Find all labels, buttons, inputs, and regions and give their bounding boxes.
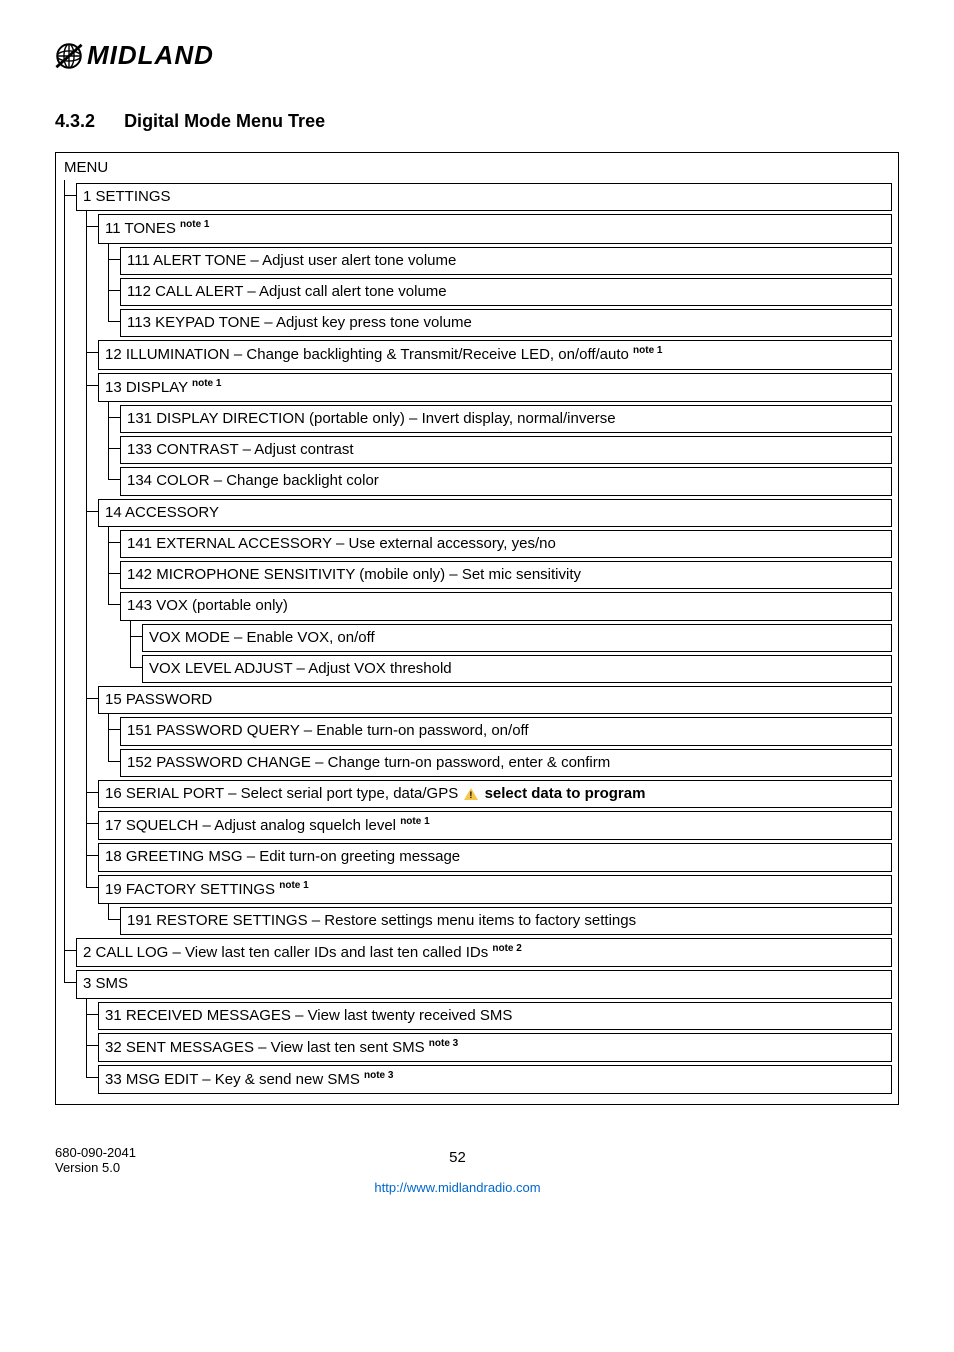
section-title: Digital Mode Menu Tree [124,111,325,131]
page-number: 52 [136,1149,779,1166]
node-msg-edit: 33 MSG EDIT – Key & send new SMS note 3 [98,1065,892,1094]
globe-icon [55,42,83,70]
node-sent-msgs: 32 SENT MESSAGES – View last ten sent SM… [98,1033,892,1062]
node-display: 13 DISPLAY note 1 [98,373,892,402]
node-mic-sensitivity: 142 MICROPHONE SENSITIVITY (mobile only)… [120,561,892,589]
footer-left: 680-090-2041 Version 5.0 [55,1145,136,1195]
page-footer: 680-090-2041 Version 5.0 52 http://www.m… [55,1145,899,1195]
node-call-log: 2 CALL LOG – View last ten caller IDs an… [76,938,892,967]
node-vox-mode: VOX MODE – Enable VOX, on/off [142,624,892,652]
node-settings: 1 SETTINGS [76,183,892,211]
section-number: 4.3.2 [55,111,95,132]
node-factory-settings: 19 FACTORY SETTINGS note 1 [98,875,892,904]
node-ext-accessory: 141 EXTERNAL ACCESSORY – Use external ac… [120,530,892,558]
menu-tree: 1 SETTINGS 11 TONES note 1 111 ALERT TON… [62,180,892,1094]
footer-url: http://www.midlandradio.com [136,1180,779,1195]
menu-outline-box: MENU 1 SETTINGS 11 TONES note 1 111 ALER… [55,152,899,1105]
menu-root-label: MENU [62,157,892,180]
node-vox-level: VOX LEVEL ADJUST – Adjust VOX threshold [142,655,892,683]
node-display-direction: 131 DISPLAY DIRECTION (portable only) – … [120,405,892,433]
footer-center: 52 http://www.midlandradio.com [136,1145,779,1195]
node-color: 134 COLOR – Change backlight color [120,467,892,495]
brand-text: MIDLAND [87,40,214,71]
node-vox: 143 VOX (portable only) [120,592,892,620]
node-squelch: 17 SQUELCH – Adjust analog squelch level… [98,811,892,840]
node-password-query: 151 PASSWORD QUERY – Enable turn-on pass… [120,717,892,745]
doc-number: 680-090-2041 [55,1145,136,1160]
node-contrast: 133 CONTRAST – Adjust contrast [120,436,892,464]
node-accessory: 14 ACCESSORY [98,499,892,527]
node-received-msgs: 31 RECEIVED MESSAGES – View last twenty … [98,1002,892,1030]
node-keypad-tone: 113 KEYPAD TONE – Adjust key press tone … [120,309,892,337]
node-password: 15 PASSWORD [98,686,892,714]
footer-right-spacer [779,1145,899,1195]
node-password-change: 152 PASSWORD CHANGE – Change turn-on pas… [120,749,892,777]
node-sms: 3 SMS [76,970,892,998]
node-call-alert: 112 CALL ALERT – Adjust call alert tone … [120,278,892,306]
warning-icon [464,788,478,800]
brand-logo: MIDLAND [55,40,899,71]
node-greeting: 18 GREETING MSG – Edit turn-on greeting … [98,843,892,871]
node-serial-port: 16 SERIAL PORT – Select serial port type… [98,780,892,808]
section-heading: 4.3.2 Digital Mode Menu Tree [55,111,899,132]
node-restore-settings: 191 RESTORE SETTINGS – Restore settings … [120,907,892,935]
doc-version: Version 5.0 [55,1160,136,1175]
node-alert-tone: 111 ALERT TONE – Adjust user alert tone … [120,247,892,275]
node-illumination: 12 ILLUMINATION – Change backlighting & … [98,340,892,369]
node-tones: 11 TONES note 1 [98,214,892,243]
